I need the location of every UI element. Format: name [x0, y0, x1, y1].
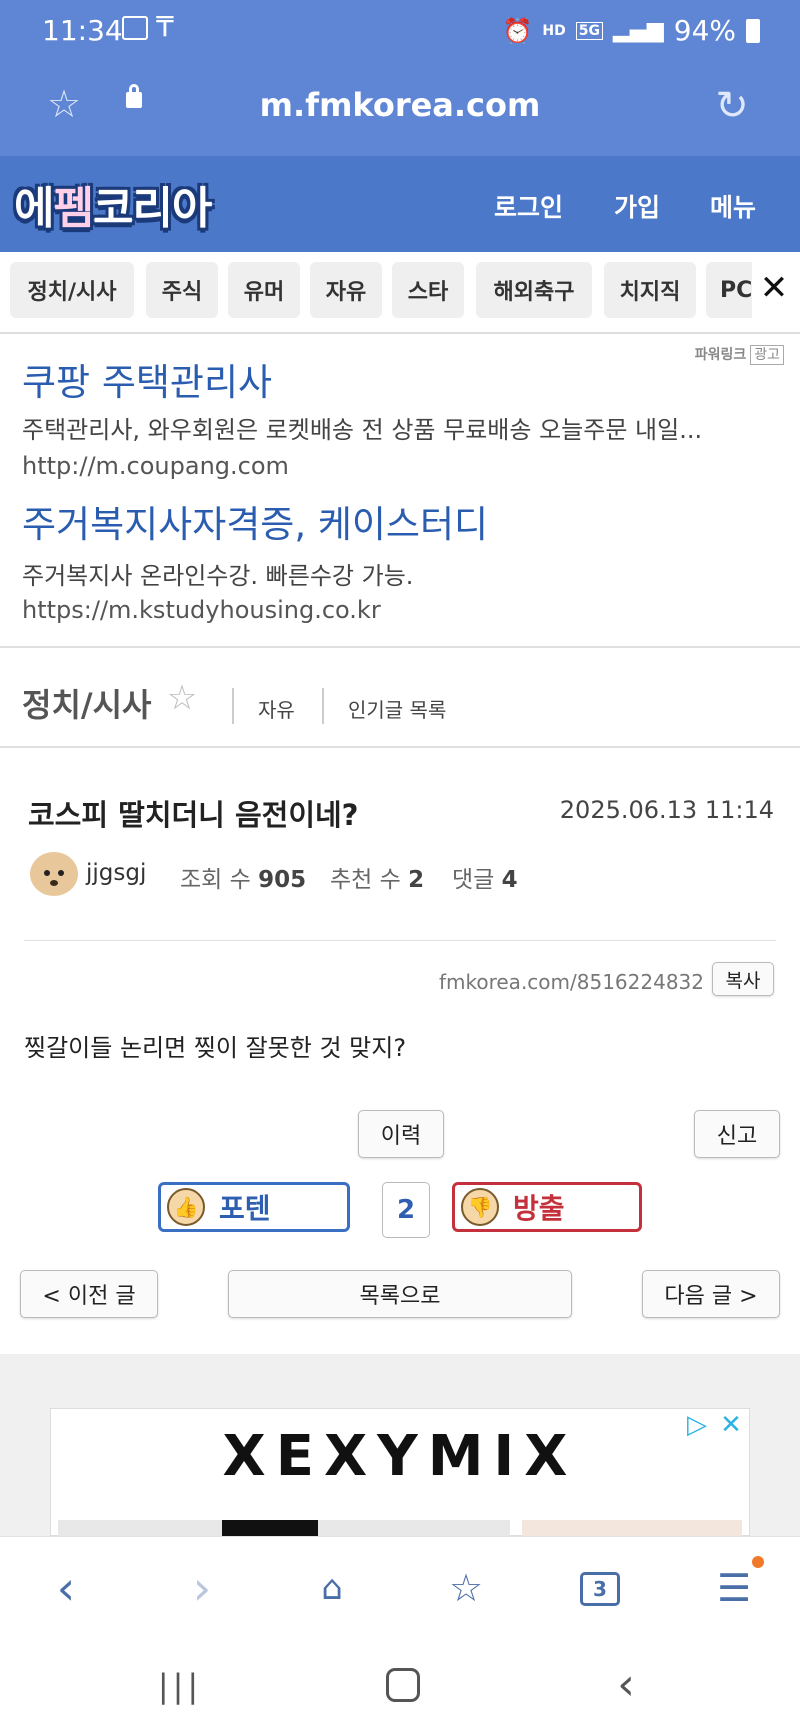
home-button-icon[interactable] — [386, 1668, 420, 1702]
board-divider — [0, 746, 800, 748]
expand-icon[interactable]: ✕ — [756, 268, 792, 308]
ad-image-strip-right — [522, 1520, 742, 1536]
post-comments[interactable]: 댓글 4 — [452, 860, 518, 894]
category-tab-6[interactable]: 치지직 — [604, 262, 696, 318]
ad-desc-0[interactable]: 주택관리사, 와우회원은 로켓배송 전 상품 무료배송 오늘주문 내일... — [22, 410, 782, 445]
next-post-button[interactable]: 다음 글 > — [642, 1270, 780, 1318]
gallery-icon — [122, 16, 148, 40]
logo-part-1: 에 — [14, 183, 54, 234]
board-link-popular[interactable]: 인기글 목록 — [348, 694, 446, 723]
reload-icon[interactable]: ↻ — [710, 83, 754, 129]
vote-count: 2 — [382, 1182, 430, 1238]
join-link[interactable]: 가입 — [614, 188, 660, 224]
board-link-free[interactable]: 자유 — [258, 694, 295, 723]
favorite-star-icon[interactable]: ☆ — [164, 678, 200, 718]
report-button[interactable]: 신고 — [694, 1110, 780, 1158]
avatar[interactable] — [30, 852, 78, 896]
post-title: 코스피 딸치더니 음전이네? — [28, 798, 359, 832]
home-icon[interactable]: ⌂ — [310, 1566, 354, 1610]
battery-text: 94% — [673, 14, 736, 47]
comments-label: 댓글 — [452, 867, 495, 893]
ad-choices-icon[interactable]: ▷ — [682, 1410, 712, 1440]
hd-voice-icon: HD — [542, 22, 566, 39]
ad-badge-label: 파워링크 — [694, 347, 747, 363]
thumbs-down-face-icon: 👎 — [461, 1188, 499, 1226]
login-link[interactable]: 로그인 — [494, 188, 563, 224]
notification-dot — [752, 1556, 764, 1568]
back-icon[interactable]: ‹ — [44, 1561, 88, 1615]
ad-image-strip-dark — [222, 1520, 318, 1536]
copy-button[interactable]: 복사 — [712, 962, 774, 996]
list-button[interactable]: 목록으로 — [228, 1270, 572, 1318]
downvote-label: 방출 — [513, 1192, 565, 1225]
ad-divider — [0, 646, 800, 648]
menu-link[interactable]: 메뉴 — [710, 188, 756, 224]
thumbs-up-face-icon: 👍 — [167, 1188, 205, 1226]
signal-icon: ▂▄▆ — [613, 18, 664, 43]
ad-badge: 파워링크 광고 — [694, 344, 784, 365]
upvote-label: 포텐 — [219, 1192, 271, 1225]
category-tab-4[interactable]: 스타 — [392, 262, 464, 318]
system-back-icon[interactable]: ‹ — [606, 1659, 646, 1710]
forward-icon[interactable]: › — [180, 1561, 224, 1615]
post-recommend: 추천 수 2 — [330, 860, 424, 894]
battery-icon — [746, 18, 760, 43]
board-separator-1 — [232, 688, 234, 724]
recent-apps-icon[interactable]: ||| — [158, 1666, 202, 1706]
ad-title-1[interactable]: 주거복지사자격증, 케이스터디 — [22, 494, 488, 548]
menu-icon[interactable]: ☰ — [712, 1566, 756, 1610]
category-tab-0[interactable]: 정치/시사 — [10, 262, 134, 318]
category-tab-5[interactable]: 해외축구 — [476, 262, 592, 318]
board-title[interactable]: 정치/시사 — [22, 680, 151, 726]
recommend-label: 추천 수 — [330, 867, 401, 893]
site-logo[interactable]: 에펨코리아 — [14, 172, 212, 236]
address-bar-url[interactable]: m.fmkorea.com — [0, 86, 800, 124]
ad-badge-tag: 광고 — [750, 345, 784, 365]
network-icon: 5G — [575, 21, 603, 40]
tabs-icon[interactable]: 3 — [580, 1572, 620, 1606]
bookmarks-icon[interactable]: ☆ — [444, 1566, 488, 1610]
status-icons: ⏰ HD 5G ▂▄▆ 94% — [503, 14, 760, 47]
prev-post-button[interactable]: < 이전 글 — [20, 1270, 158, 1318]
views-label: 조회 수 — [180, 867, 251, 893]
ad-url-0[interactable]: http://m.coupang.com — [22, 452, 289, 480]
post-header-divider — [24, 940, 776, 941]
ad-close-icon[interactable]: ✕ — [716, 1410, 746, 1440]
ad-desc-1[interactable]: 주거복지사 온라인수강. 빠른수강 가능. — [22, 556, 782, 591]
banner-ad-brand[interactable]: XEXYMIX — [50, 1424, 750, 1489]
logo-part-3: 코리아 — [92, 183, 212, 234]
upvote-button[interactable]: 👍 포텐 — [158, 1182, 350, 1232]
post-views: 조회 수 905 — [180, 860, 306, 894]
category-tab-3[interactable]: 자유 — [310, 262, 382, 318]
ad-url-1[interactable]: https://m.kstudyhousing.co.kr — [22, 596, 381, 624]
alarm-icon: ⏰ — [502, 16, 533, 45]
ad-title-0[interactable]: 쿠팡 주택관리사 — [22, 352, 272, 406]
status-time: 11:34 — [42, 14, 123, 47]
t-icon: ₸ — [156, 10, 174, 43]
logo-part-2: 펨 — [53, 183, 93, 234]
browser-bottom-nav — [0, 1536, 800, 1648]
post-date: 2025.06.13 11:14 — [559, 796, 774, 824]
category-tab-1[interactable]: 주식 — [146, 262, 218, 318]
comments-count: 4 — [501, 867, 518, 893]
history-button[interactable]: 이력 — [358, 1110, 444, 1158]
downvote-button[interactable]: 👎 방출 — [452, 1182, 642, 1232]
post-author[interactable]: jjgsgj — [86, 860, 146, 886]
short-url[interactable]: fmkorea.com/8516224832 — [439, 970, 704, 994]
views-count: 905 — [258, 867, 307, 893]
post-body: 찢갈이들 논리면 찢이 잘못한 것 맞지? — [24, 1034, 407, 1062]
category-tab-2[interactable]: 유머 — [228, 262, 300, 318]
board-separator-2 — [322, 688, 324, 724]
recommend-count: 2 — [408, 867, 425, 893]
